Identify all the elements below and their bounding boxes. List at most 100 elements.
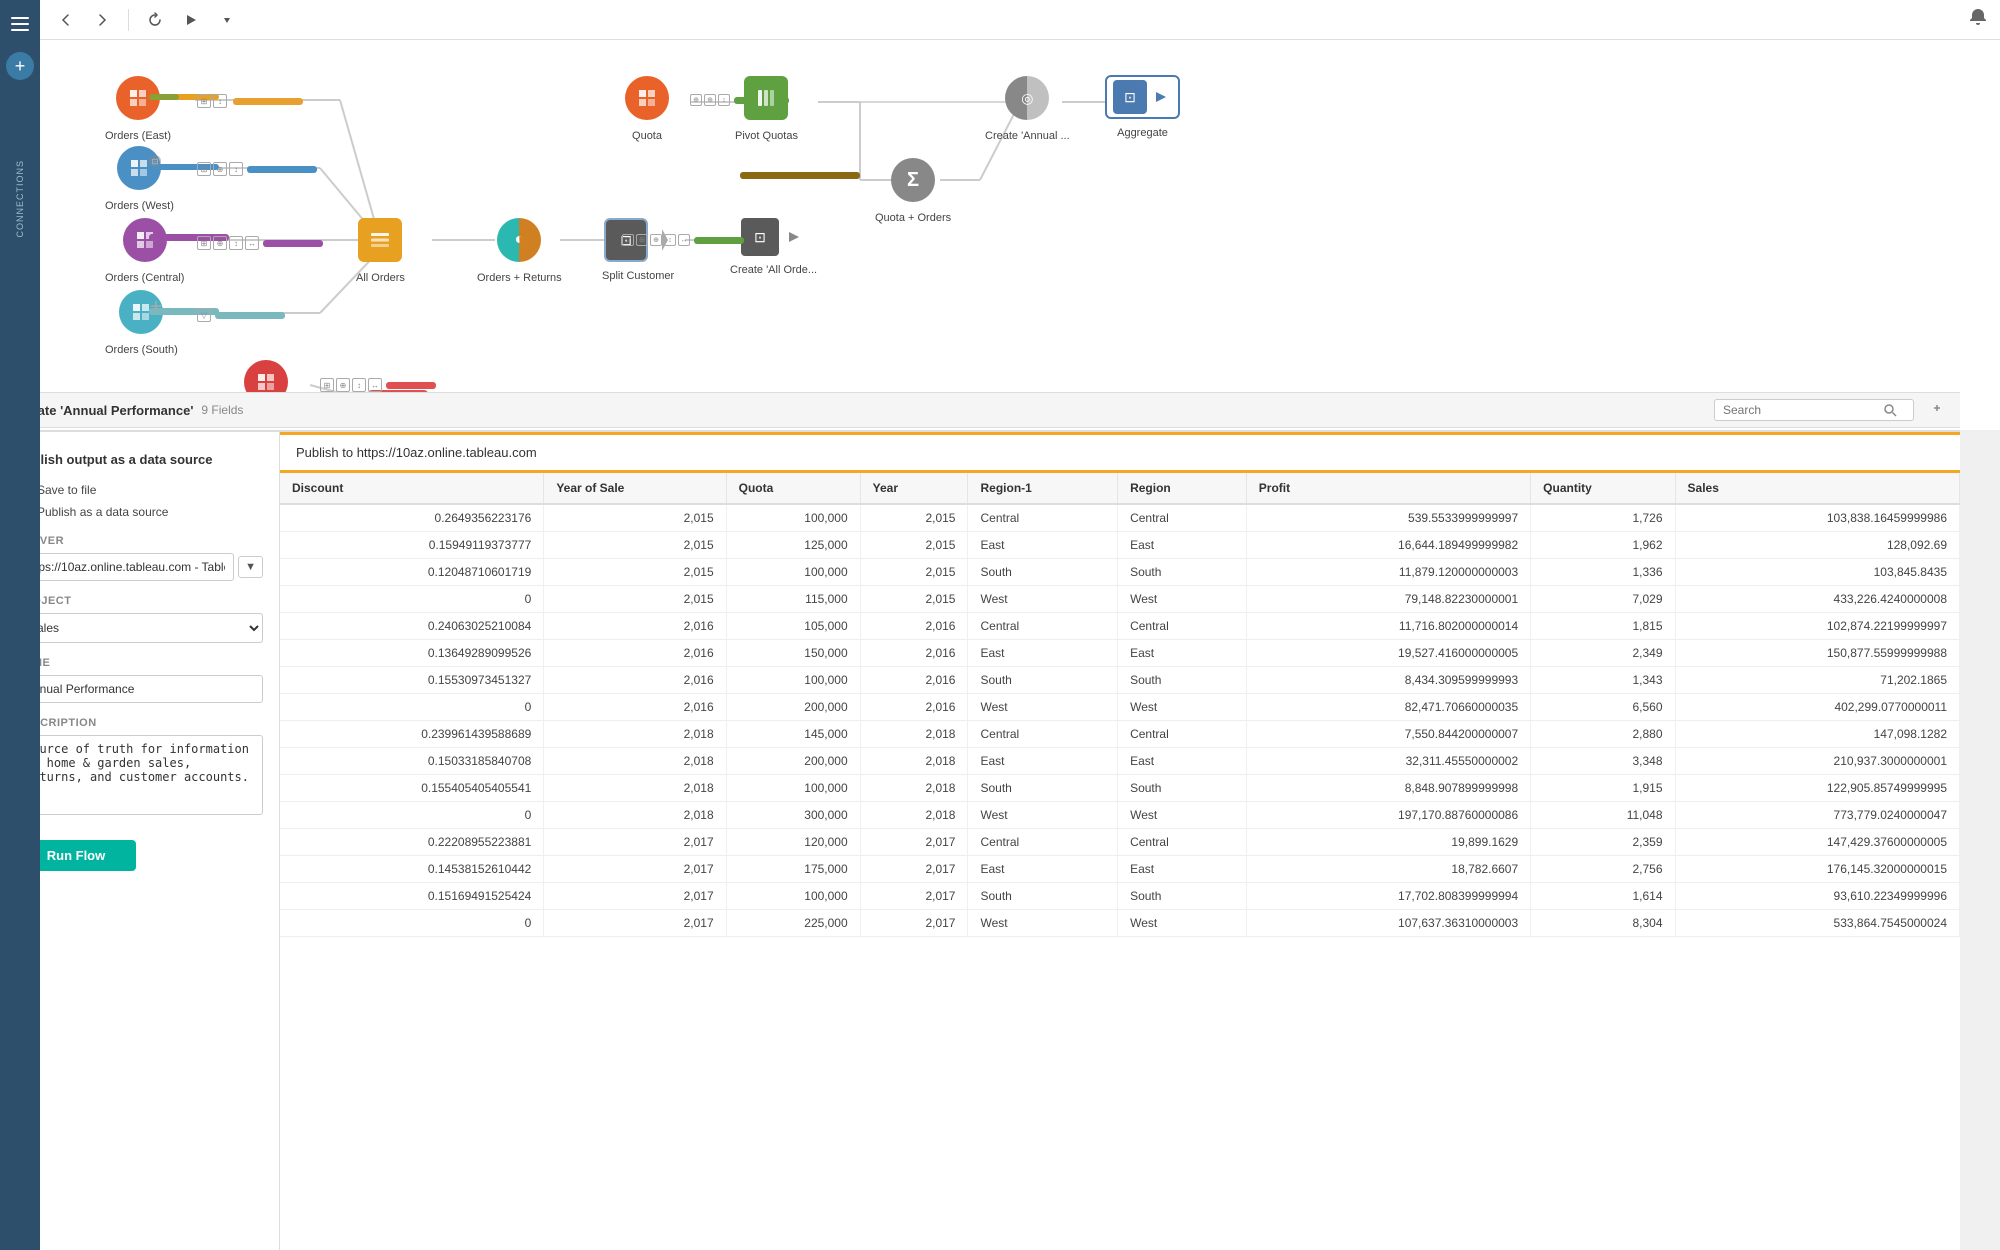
table-cell: South: [1118, 667, 1247, 694]
sidebar: + Connections: [0, 0, 40, 1250]
table-cell: West: [1118, 910, 1247, 937]
table-cell: 19,899.1629: [1246, 829, 1530, 856]
table-cell: Central: [1118, 613, 1247, 640]
project-select[interactable]: Sales: [16, 613, 263, 643]
data-table-wrapper[interactable]: Discount Year of Sale Quota Year Region-…: [280, 473, 1960, 1250]
table-row: 0.26493562231762,015100,0002,015CentralC…: [280, 504, 1960, 532]
run-dropdown-button[interactable]: [213, 6, 241, 34]
table-cell: 17,702.808399999994: [1246, 883, 1530, 910]
table-cell: 6,560: [1531, 694, 1675, 721]
description-textarea[interactable]: Source of truth for information on home …: [16, 735, 263, 815]
node-create-annual[interactable]: ⊡ Aggregate: [1105, 75, 1180, 139]
table-cell: 0.12048710601719: [280, 559, 544, 586]
col-header-discount[interactable]: Discount: [280, 473, 544, 504]
table-cell: 2,018: [860, 802, 968, 829]
node-quota[interactable]: Quota: [625, 76, 669, 142]
table-cell: 175,000: [726, 856, 860, 883]
node-orders-returns[interactable]: ◐ Orders + Returns: [477, 218, 562, 284]
panel-expand-button[interactable]: [1930, 401, 1944, 420]
node-orders-west[interactable]: ⊡ Orders (West): [105, 146, 174, 212]
toolbar: [40, 0, 2000, 40]
radio-save-to-file[interactable]: Save to file: [16, 483, 263, 497]
node-aggregate[interactable]: Σ Quota + Orders: [875, 158, 951, 224]
table-cell: 147,429.37600000005: [1675, 829, 1959, 856]
table-cell: 0.15033185840708: [280, 748, 544, 775]
node-orders-central[interactable]: Orders (Central): [105, 218, 184, 284]
table-cell: 0.14538152610442: [280, 856, 544, 883]
node-orders-south[interactable]: Orders (South): [105, 290, 178, 356]
node-all-orders[interactable]: All Orders: [356, 218, 405, 284]
table-cell: South: [968, 883, 1118, 910]
table-cell: 0: [280, 910, 544, 937]
table-cell: 0: [280, 694, 544, 721]
table-cell: 122,905.85749999995: [1675, 775, 1959, 802]
col-header-profit[interactable]: Profit: [1246, 473, 1530, 504]
table-row: 02,016200,0002,016WestWest82,471.7066000…: [280, 694, 1960, 721]
table-cell: 0.15169491525424: [280, 883, 544, 910]
table-cell: 2,015: [860, 586, 968, 613]
table-row: 02,015115,0002,015WestWest79,148.8223000…: [280, 586, 1960, 613]
table-cell: 147,098.1282: [1675, 721, 1959, 748]
table-cell: 120,000: [726, 829, 860, 856]
sidebar-add-icon[interactable]: +: [6, 52, 34, 80]
run-button[interactable]: [177, 6, 205, 34]
panel-title: Create 'Annual Performance': [16, 403, 193, 418]
table-cell: 0.2649356223176: [280, 504, 544, 532]
table-cell: 2,017: [860, 910, 968, 937]
table-row: 0.145381526104422,017175,0002,017EastEas…: [280, 856, 1960, 883]
table-cell: 18,782.6607: [1246, 856, 1530, 883]
node-quota-orders[interactable]: ◎ Create 'Annual ...: [985, 76, 1070, 142]
name-input[interactable]: [16, 675, 263, 703]
table-cell: 197,170.88760000086: [1246, 802, 1530, 829]
table-row: 0.1554054054055412,018100,0002,018SouthS…: [280, 775, 1960, 802]
col-header-sales[interactable]: Sales: [1675, 473, 1959, 504]
table-cell: 2,016: [860, 694, 968, 721]
node-orders-east[interactable]: Orders (East): [105, 76, 171, 142]
table-cell: 2,016: [860, 667, 968, 694]
table-row: 0.151694915254242,017100,0002,017SouthSo…: [280, 883, 1960, 910]
table-cell: 2,016: [860, 640, 968, 667]
col-header-year-of-sale[interactable]: Year of Sale: [544, 473, 726, 504]
refresh-button[interactable]: [141, 6, 169, 34]
table-cell: 533,864.7545000024: [1675, 910, 1959, 937]
table-cell: 2,015: [544, 504, 726, 532]
table-cell: 19,527.416000000005: [1246, 640, 1530, 667]
col-header-quota[interactable]: Quota: [726, 473, 860, 504]
sidebar-expand-icon[interactable]: [0, 4, 40, 44]
table-cell: 103,845.8435: [1675, 559, 1959, 586]
table-cell: Central: [968, 829, 1118, 856]
table-cell: 2,880: [1531, 721, 1675, 748]
radio-publish-datasource[interactable]: Publish as a data source: [16, 505, 263, 519]
table-cell: 11,879.120000000003: [1246, 559, 1530, 586]
table-cell: South: [968, 667, 1118, 694]
table-cell: 79,148.82230000001: [1246, 586, 1530, 613]
table-cell: 2,017: [860, 856, 968, 883]
table-cell: West: [968, 694, 1118, 721]
search-input[interactable]: [1723, 403, 1883, 417]
forward-button[interactable]: [88, 6, 116, 34]
back-button[interactable]: [52, 6, 80, 34]
panel-fields-count: 9 Fields: [201, 403, 243, 417]
col-header-region[interactable]: Region: [1118, 473, 1247, 504]
col-header-region-1[interactable]: Region-1: [968, 473, 1118, 504]
table-cell: 2,015: [860, 532, 968, 559]
table-cell: South: [968, 775, 1118, 802]
config-title: Publish output as a data source: [16, 452, 263, 467]
table-cell: 1,614: [1531, 883, 1675, 910]
table-cell: 225,000: [726, 910, 860, 937]
table-cell: Central: [1118, 829, 1247, 856]
col-header-year[interactable]: Year: [860, 473, 968, 504]
table-cell: 2,018: [860, 775, 968, 802]
table-cell: Central: [968, 504, 1118, 532]
server-input[interactable]: [16, 553, 234, 581]
server-dropdown[interactable]: ▼: [238, 556, 263, 578]
table-cell: 2,017: [544, 829, 726, 856]
node-split-customer[interactable]: ⊡ Split Customer: [602, 218, 674, 282]
table-cell: East: [968, 748, 1118, 775]
node-pivot-quotas[interactable]: Pivot Quotas: [735, 76, 798, 142]
table-cell: 1,962: [1531, 532, 1675, 559]
table-row: 0.240630252100842,016105,0002,016Central…: [280, 613, 1960, 640]
col-header-quantity[interactable]: Quantity: [1531, 473, 1675, 504]
table-cell: 176,145.32000000015: [1675, 856, 1959, 883]
table-cell: 2,018: [544, 748, 726, 775]
